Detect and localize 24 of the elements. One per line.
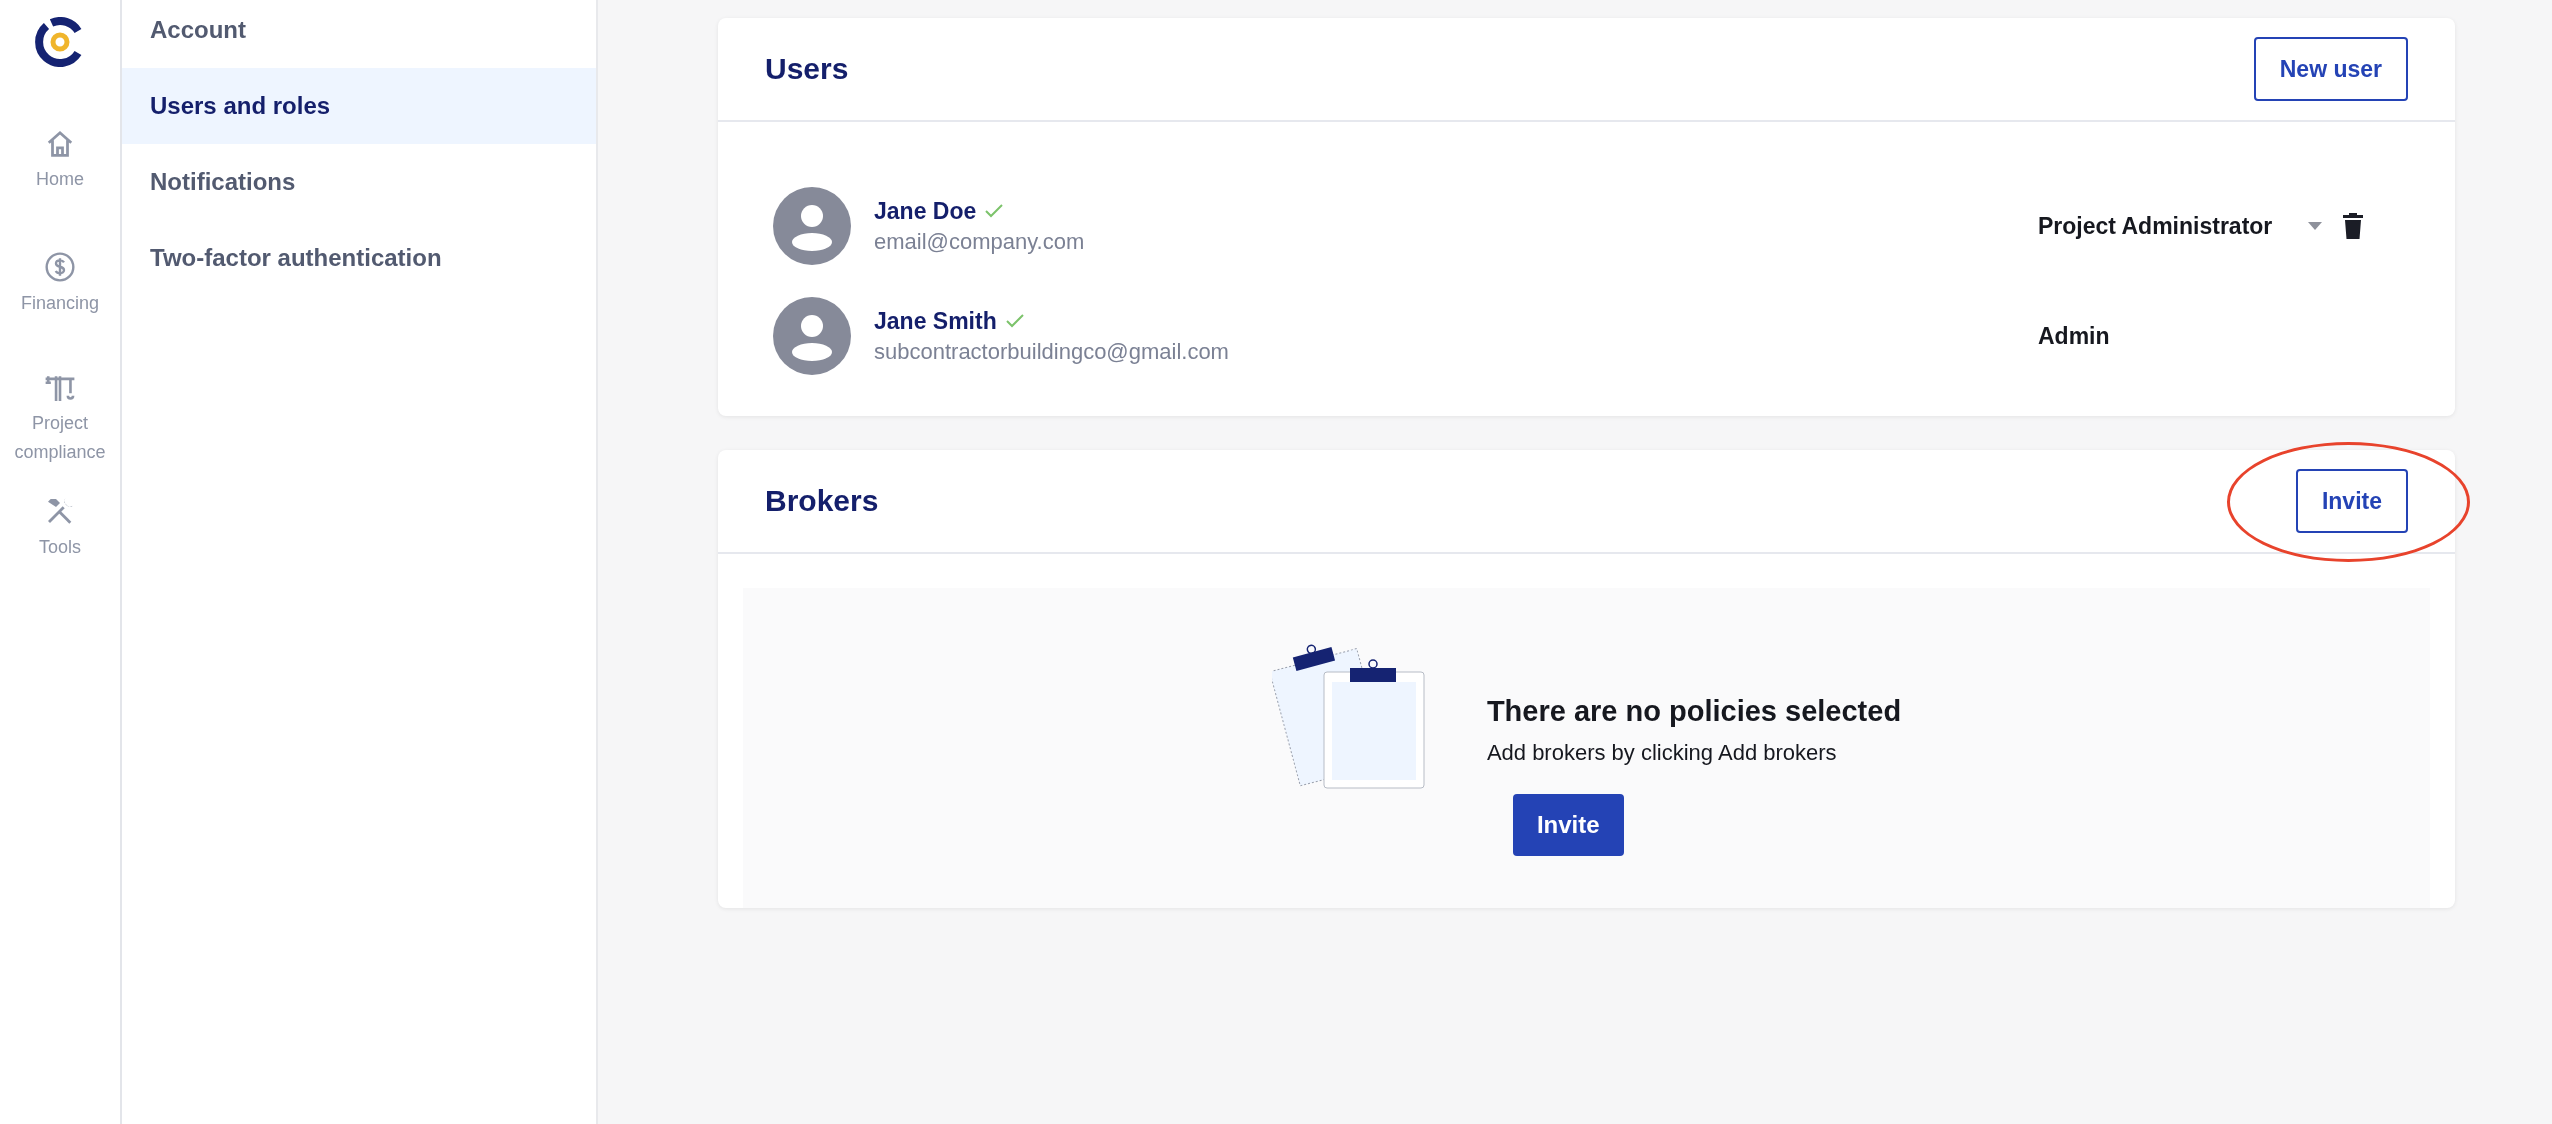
settings-menu-item[interactable]: Users and roles [122,68,596,144]
avatar-icon [773,187,851,265]
trash-icon[interactable] [2342,212,2364,240]
empty-state-heading: There are no policies selected [1486,695,1902,728]
invite-button[interactable]: Invite [1512,794,1624,856]
user-name: Jane Doe [874,197,977,225]
user-role: Admin [2038,322,2111,350]
settings-menu-item[interactable]: Notifications [122,144,596,220]
settings-menu-item[interactable]: Account [122,0,596,68]
home-icon [45,129,75,159]
avatar-icon [773,297,851,375]
invite-button[interactable]: Invite [2295,469,2408,533]
card-title: Users [765,52,849,86]
user-email: email@company.com [874,228,1086,255]
user-role: Project Administrator [2038,212,2274,240]
new-user-button[interactable]: New user [2253,37,2408,101]
caret-icon[interactable] [2308,222,2322,230]
empty-state-text: Add brokers by clicking Add brokers [1486,740,1837,766]
user-name: Jane Smith [874,307,997,335]
card-title: Brokers [765,484,879,518]
settings-menu-item[interactable]: Two-factor authentication [122,220,596,296]
dollar-circle-icon [44,251,76,283]
user-email: subcontractorbuildingco@gmail.com [874,338,1230,365]
crane-icon [43,373,77,403]
